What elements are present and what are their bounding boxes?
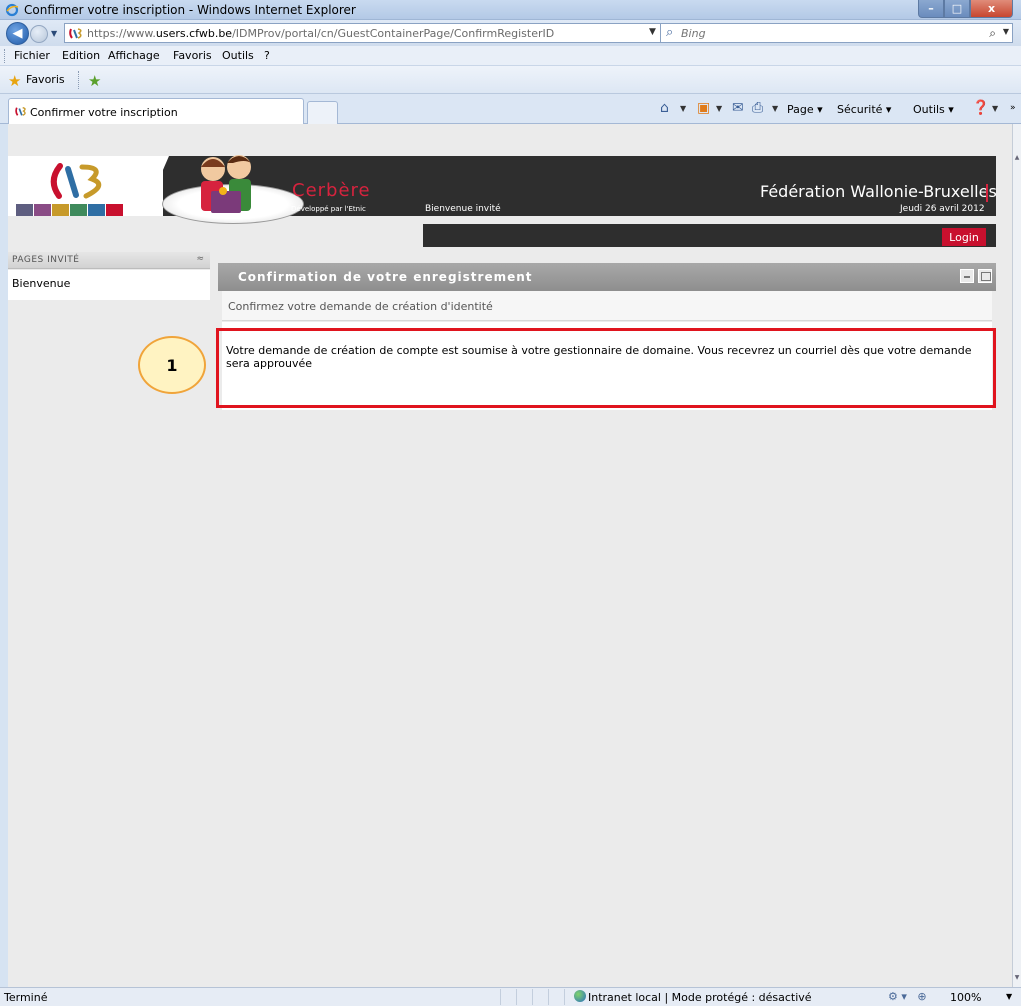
color-square [16,204,33,216]
favorites-button[interactable]: Favoris [26,73,65,86]
color-square [70,204,87,216]
feeds-icon[interactable]: ▣ [697,100,710,116]
window-controls: – □ x [918,0,1013,18]
mail-icon[interactable]: ✉ [732,100,744,116]
print-icon[interactable]: ⎙ [752,100,763,116]
favorites-bar: ★ Favoris ★ [0,66,1021,94]
collapse-icon[interactable]: ≈ [196,254,204,264]
menu-fichier[interactable]: Fichier [14,49,50,62]
color-square [34,204,51,216]
page-viewport: Cerbère Développé par l'Etnic Bienvenue … [8,124,1012,987]
window-title: Confirmer votre inscription - Windows In… [24,3,356,17]
history-dropdown-icon[interactable]: ▼ [51,29,57,38]
add-to-favorites-icon[interactable]: ★ [88,72,101,90]
zone-settings-icon[interactable]: ⚙ ▾ ⊕ [888,990,927,1003]
forward-button[interactable] [30,25,48,43]
sidebar-title: PAGES INVITÉ [12,255,80,265]
login-button[interactable]: Login [942,228,986,246]
page-menu[interactable]: Page ▾ [787,103,823,116]
portlet-minimize-button[interactable] [960,269,974,283]
status-cells [500,989,580,1005]
vertical-scrollbar[interactable]: ▲ ▼ [1012,124,1021,987]
search-go-icon[interactable]: ⌕ [989,26,996,41]
back-arrow-icon: ◀ [12,26,23,41]
url-text: https://www.users.cfwb.be/IDMProv/portal… [87,27,555,40]
portlet-subtitle: Confirmez votre demande de création d'id… [228,300,493,313]
menu-outils[interactable]: Outils [222,49,254,62]
portlet-header: Confirmation de votre enregistrement [218,263,996,291]
menu-bar: Fichier Edition Affichage Favoris Outils… [0,46,1021,66]
children-illustration-icon [201,155,251,213]
color-squares [16,204,123,216]
security-zone[interactable]: Intranet local | Mode protégé : désactiv… [588,991,812,1004]
tab-bar: Confirmer votre inscription ⌂ ▼ ▣ ▼ ✉ ⎙ … [0,94,1021,124]
help-dropdown-icon[interactable]: ▼ [992,104,998,113]
favorites-star-icon[interactable]: ★ [8,72,21,90]
portlet-subheader: Confirmez votre demande de création d'id… [222,291,992,321]
header-subbar [423,224,996,247]
federation-title: Fédération Wallonie-Bruxelles [760,182,997,201]
menu-grip [4,49,7,63]
window-left-frame [0,124,8,987]
security-menu[interactable]: Sécurité ▾ [837,103,891,116]
intranet-zone-icon [574,990,586,1002]
color-square [52,204,69,216]
search-dropdown-icon[interactable]: ▼ [1003,27,1009,36]
tab-favicon-icon [15,107,26,116]
feeds-dropdown-icon[interactable]: ▼ [716,104,722,113]
step-callout: 1 [138,336,206,394]
search-box[interactable]: ⌕ ⌕ ▼ [660,23,1013,43]
developer-credit: Développé par l'Etnic [291,205,366,213]
fwb-logo-icon [50,163,102,199]
toolbar-overflow-icon[interactable]: » [1010,103,1016,113]
app-name: Cerbère [292,180,371,201]
address-dropdown-icon[interactable]: ▼ [649,27,656,37]
help-icon[interactable]: ❓ [972,100,989,116]
portlet-maximize-button[interactable] [978,269,992,283]
menu-edition[interactable]: Edition [62,49,100,62]
portlet-title: Confirmation de votre enregistrement [238,270,533,284]
back-button[interactable]: ◀ [6,22,29,45]
ie-logo-icon [5,3,19,17]
status-text: Terminé [4,991,48,1004]
maximize-button[interactable]: □ [944,0,970,18]
tools-menu[interactable]: Outils ▾ [913,103,954,116]
home-dropdown-icon[interactable]: ▼ [680,104,686,113]
status-bar: Terminé Intranet local | Mode protégé : … [0,987,1021,1006]
minimize-button[interactable]: – [918,0,944,18]
scroll-down-icon[interactable]: ▼ [1013,974,1021,981]
zoom-dropdown-icon[interactable]: ▼ [1006,992,1012,1001]
new-tab-button[interactable] [307,101,338,124]
current-date: Jeudi 26 avril 2012 [900,204,985,214]
menu-favoris[interactable]: Favoris [173,49,212,62]
color-square [88,204,105,216]
color-square [106,204,123,216]
search-icon: ⌕ [666,25,674,40]
menu-help[interactable]: ? [264,49,270,62]
window-title-bar: Confirmer votre inscription - Windows In… [0,0,1021,20]
welcome-guest-text: Bienvenue invité [425,204,501,214]
scroll-up-icon[interactable]: ▲ [1013,154,1021,161]
sidebar-item-bienvenue[interactable]: Bienvenue [12,277,70,290]
sidebar: Bienvenue [8,270,210,300]
tab-confirmer[interactable]: Confirmer votre inscription [8,98,304,124]
close-button[interactable]: x [970,0,1013,18]
address-toolbar: ◀ ▼ https://www.users.cfwb.be/IDMProv/po… [0,20,1021,46]
tab-label: Confirmer votre inscription [30,106,178,119]
menu-affichage[interactable]: Affichage [108,49,160,62]
zoom-level[interactable]: 100% [950,991,981,1004]
search-input[interactable] [681,26,961,41]
home-icon[interactable]: ⌂ [660,100,669,116]
site-favicon-icon [69,28,82,39]
sidebar-header: PAGES INVITÉ ≈ [8,252,210,269]
print-dropdown-icon[interactable]: ▼ [772,104,778,113]
favorites-separator [78,71,79,89]
highlight-box [216,328,996,408]
federation-accent-bar [986,184,988,202]
